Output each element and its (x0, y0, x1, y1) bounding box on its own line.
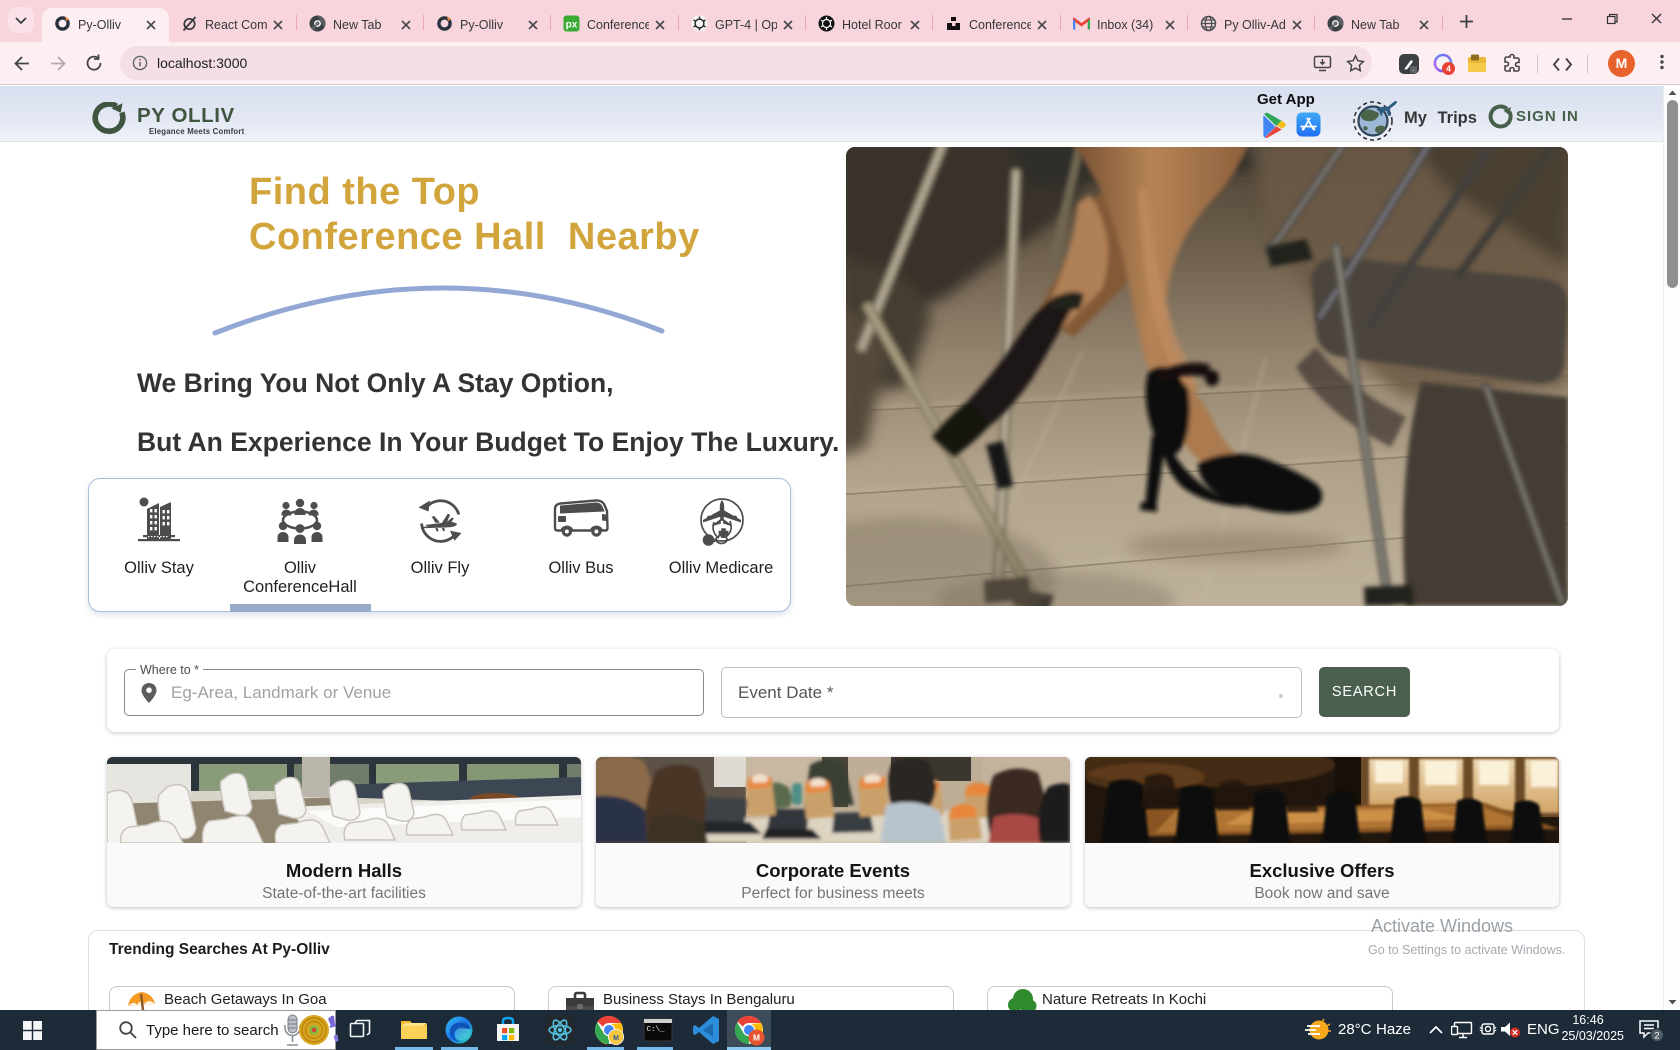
svg-text:-: - (1413, 68, 1415, 74)
svg-text:M: M (613, 1035, 619, 1042)
svg-text:2: 2 (1654, 1031, 1659, 1042)
svg-text:px: px (566, 20, 578, 31)
svg-text:4: 4 (1446, 63, 1451, 73)
svg-text:M: M (753, 1033, 760, 1043)
svg-text:C:\_: C:\_ (647, 1026, 666, 1034)
